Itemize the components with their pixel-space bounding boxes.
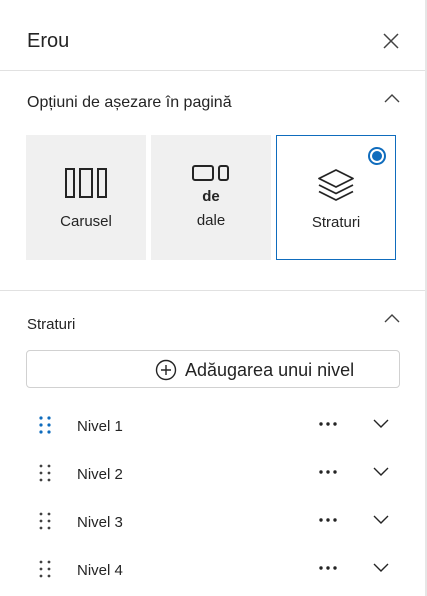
drag-handle-icon[interactable]: [38, 511, 52, 531]
close-button[interactable]: [378, 28, 404, 54]
layers-section-header[interactable]: Straturi: [0, 308, 425, 338]
chevron-down-icon[interactable]: [370, 510, 392, 530]
more-options-icon[interactable]: [316, 414, 340, 434]
drag-handle-icon[interactable]: [38, 559, 52, 579]
layout-option-label: Straturi: [311, 214, 361, 231]
layout-option-layers[interactable]: Straturi: [276, 135, 396, 260]
layer-label: Nivel 1: [77, 418, 123, 435]
layout-option-label-line1: de: [202, 188, 220, 205]
carousel-icon: [26, 168, 146, 198]
tiles-icon: [151, 165, 271, 181]
header-divider: [0, 70, 425, 71]
layer-label: Nivel 2: [77, 466, 123, 483]
drag-handle-icon[interactable]: [38, 415, 52, 435]
add-layer-button[interactable]: Adăugarea unui nivel: [26, 350, 400, 388]
layer-label: Nivel 4: [77, 562, 123, 579]
layout-option-label: Carusel: [60, 213, 112, 230]
layer-row: Nivel 4: [0, 544, 425, 592]
drag-handle-icon[interactable]: [38, 463, 52, 483]
panel-header: Erou: [0, 0, 425, 70]
more-options-icon[interactable]: [316, 462, 340, 482]
layer-row: Nivel 2: [0, 448, 425, 496]
layout-section-title: Opțiuni de așezare în pagină: [27, 94, 232, 111]
layers-icon: [277, 168, 395, 202]
layer-row: Nivel 3: [0, 496, 425, 544]
add-layer-label: Adăugarea unui nivel: [185, 360, 355, 380]
layout-option-carousel[interactable]: Carusel: [26, 135, 146, 260]
chevron-up-icon: [382, 88, 402, 108]
chevron-down-icon[interactable]: [370, 558, 392, 578]
section-divider: [0, 290, 425, 291]
chevron-up-icon: [382, 308, 402, 328]
layout-section-header[interactable]: Opțiuni de așezare în pagină: [0, 88, 425, 118]
more-options-icon[interactable]: [316, 558, 340, 578]
layers-section-title: Straturi: [27, 316, 76, 333]
panel-title: Erou: [27, 30, 70, 52]
chevron-down-icon[interactable]: [370, 414, 392, 434]
selected-radio-indicator: [368, 147, 386, 165]
layer-row: Nivel 1: [0, 400, 425, 448]
hero-properties-panel: Erou Opțiuni de așezare în pagină Caruse…: [0, 0, 427, 596]
layout-option-tiles[interactable]: de dale: [151, 135, 271, 260]
chevron-down-icon[interactable]: [370, 462, 392, 482]
layout-option-label-line2: dale: [196, 212, 226, 229]
more-options-icon[interactable]: [316, 510, 340, 530]
close-icon: [383, 33, 399, 49]
add-circle-icon: [155, 359, 177, 381]
layer-label: Nivel 3: [77, 514, 123, 531]
